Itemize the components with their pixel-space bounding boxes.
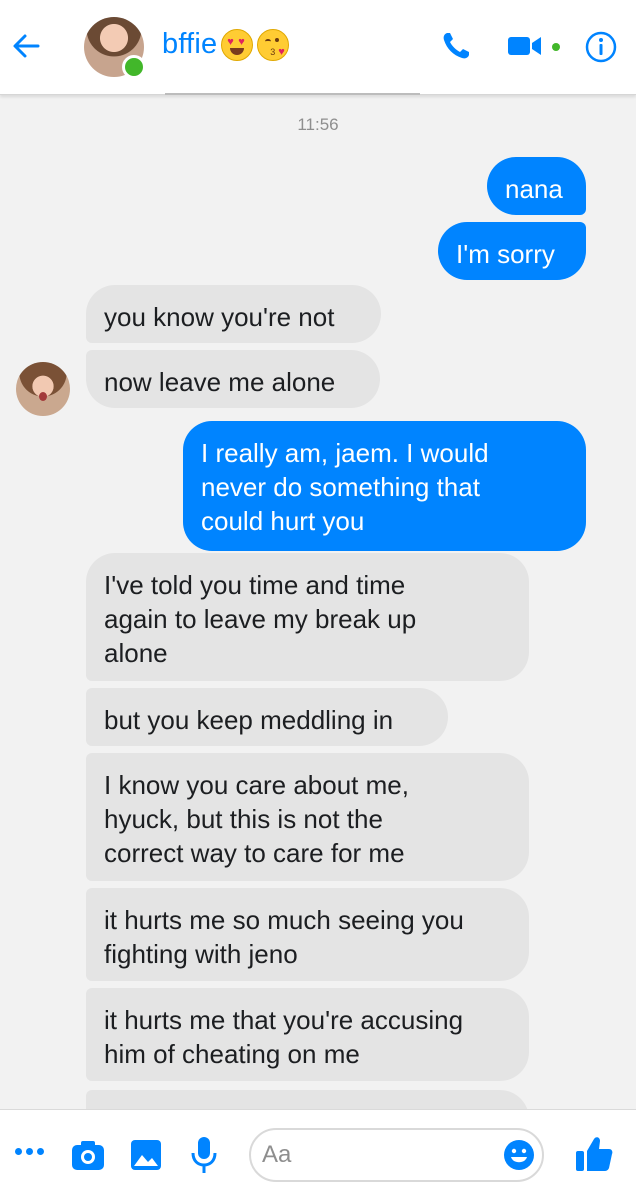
message-bubble-outgoing[interactable]: I really am, jaem. I would never do some… [183, 421, 586, 551]
header-divider [165, 93, 420, 95]
thumbs-up-icon[interactable] [574, 1135, 614, 1173]
video-camera-icon[interactable] [507, 34, 543, 58]
message-bubble-incoming[interactable]: you know you're not [86, 285, 381, 343]
message-composer [0, 1109, 636, 1201]
more-icon[interactable] [15, 1148, 45, 1158]
image-icon[interactable] [130, 1139, 162, 1171]
contact-name-text: bffie [162, 28, 218, 60]
info-icon[interactable] [585, 31, 617, 63]
message-input[interactable] [262, 1141, 482, 1169]
heart-eyes-emoji-icon: ♥ ♥ [221, 28, 254, 61]
message-bubble-incoming[interactable]: I know you care about me, hyuck, but thi… [86, 753, 529, 881]
message-bubble-outgoing[interactable]: I'm sorry [438, 222, 586, 280]
message-bubble-incoming[interactable]: it hurts me so much seeing you fighting … [86, 888, 529, 981]
microphone-icon[interactable] [190, 1135, 218, 1175]
online-status-dot [122, 55, 146, 79]
message-bubble-incoming[interactable]: it hurts me that you're accusing him of … [86, 988, 529, 1081]
back-arrow-icon[interactable] [10, 30, 42, 62]
conversation-header: bffie ♥ ♥ 3 ♥ [0, 0, 636, 95]
message-bubble-outgoing[interactable]: nana [487, 157, 586, 215]
kiss-emoji-icon: 3 ♥ [257, 28, 290, 61]
message-bubble-incoming[interactable]: now leave me alone [86, 350, 380, 408]
message-bubble-incoming[interactable]: but you keep meddling in [86, 688, 448, 746]
video-active-dot [552, 43, 560, 51]
thread-timestamp: 11:56 [297, 115, 339, 134]
message-bubble-incoming[interactable]: I've told you time and time again to lea… [86, 553, 529, 681]
phone-icon[interactable] [440, 30, 472, 62]
emoji-icon[interactable] [503, 1139, 535, 1171]
contact-avatar-small[interactable] [16, 362, 70, 416]
message-bubble-incoming-partial[interactable] [86, 1090, 529, 1109]
message-thread[interactable]: 11:56 nana I'm sorry you know you're not… [0, 95, 636, 1109]
contact-name[interactable]: bffie ♥ ♥ 3 ♥ [162, 28, 290, 61]
camera-icon[interactable] [70, 1138, 106, 1172]
